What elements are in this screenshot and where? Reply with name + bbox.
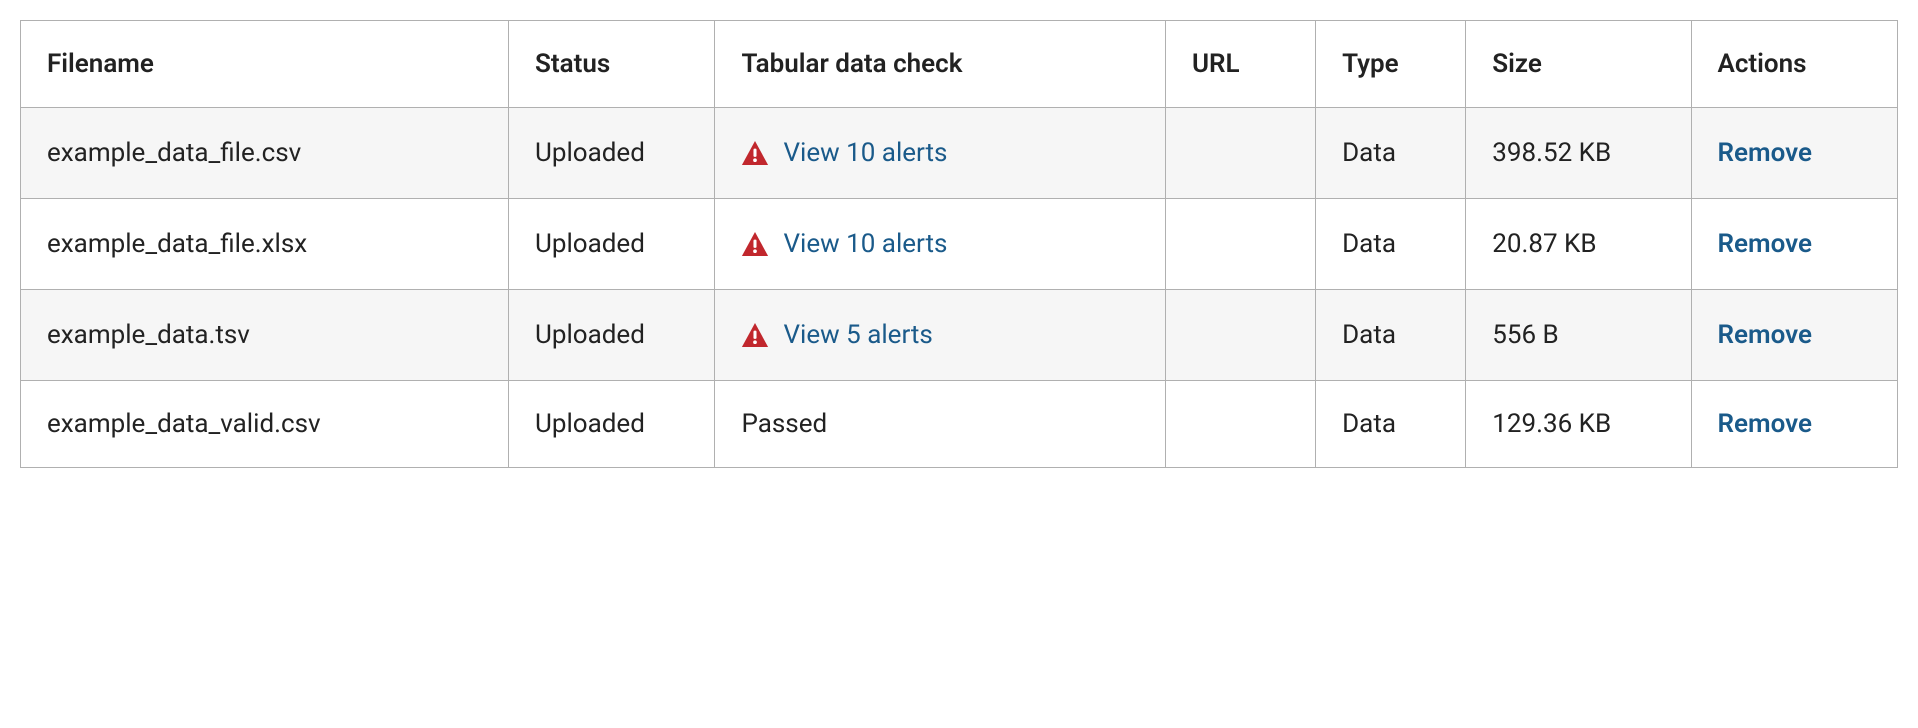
cell-filename: example_data.tsv bbox=[21, 290, 509, 381]
remove-button[interactable]: Remove bbox=[1718, 229, 1812, 259]
alert-triangle-icon bbox=[741, 141, 769, 165]
cell-tabular-check: Passed bbox=[715, 381, 1165, 468]
cell-filename: example_data_file.csv bbox=[21, 108, 509, 199]
cell-actions: Remove bbox=[1691, 290, 1898, 381]
remove-button[interactable]: Remove bbox=[1718, 409, 1812, 439]
header-actions: Actions bbox=[1691, 21, 1898, 108]
view-alerts-link[interactable]: View 10 alerts bbox=[783, 229, 947, 259]
cell-url bbox=[1165, 108, 1315, 199]
header-url: URL bbox=[1165, 21, 1315, 108]
uploaded-files-table: Filename Status Tabular data check URL T… bbox=[20, 20, 1898, 468]
cell-status: Uploaded bbox=[509, 199, 715, 290]
remove-button[interactable]: Remove bbox=[1718, 138, 1812, 168]
table-row: example_data_file.csvUploaded View 10 ale… bbox=[21, 108, 1898, 199]
alert-triangle-icon bbox=[741, 323, 769, 347]
cell-size: 129.36 KB bbox=[1466, 381, 1691, 468]
cell-type: Data bbox=[1316, 381, 1466, 468]
table-row: example_data_valid.csvUploaded Passed Data… bbox=[21, 381, 1898, 468]
cell-actions: Remove bbox=[1691, 381, 1898, 468]
alert-cell-wrapper: View 10 alerts bbox=[741, 229, 1138, 259]
alert-cell-wrapper: View 10 alerts bbox=[741, 138, 1138, 168]
cell-type: Data bbox=[1316, 108, 1466, 199]
cell-tabular-check: View 10 alerts bbox=[715, 199, 1165, 290]
header-check: Tabular data check bbox=[715, 21, 1165, 108]
table-header-row: Filename Status Tabular data check URL T… bbox=[21, 21, 1898, 108]
cell-size: 398.52 KB bbox=[1466, 108, 1691, 199]
cell-tabular-check: View 5 alerts bbox=[715, 290, 1165, 381]
cell-type: Data bbox=[1316, 290, 1466, 381]
alert-cell-wrapper: View 5 alerts bbox=[741, 320, 1138, 350]
cell-actions: Remove bbox=[1691, 108, 1898, 199]
cell-status: Uploaded bbox=[509, 108, 715, 199]
cell-size: 556 B bbox=[1466, 290, 1691, 381]
cell-url bbox=[1165, 199, 1315, 290]
cell-status: Uploaded bbox=[509, 381, 715, 468]
cell-status: Uploaded bbox=[509, 290, 715, 381]
check-passed-label: Passed bbox=[741, 409, 827, 439]
table-row: example_data_file.xlsxUploaded View 10 al… bbox=[21, 199, 1898, 290]
cell-url bbox=[1165, 381, 1315, 468]
header-size: Size bbox=[1466, 21, 1691, 108]
header-status: Status bbox=[509, 21, 715, 108]
header-type: Type bbox=[1316, 21, 1466, 108]
table-row: example_data.tsvUploaded View 5 alerts Dat… bbox=[21, 290, 1898, 381]
cell-filename: example_data_file.xlsx bbox=[21, 199, 509, 290]
remove-button[interactable]: Remove bbox=[1718, 320, 1812, 350]
header-filename: Filename bbox=[21, 21, 509, 108]
cell-tabular-check: View 10 alerts bbox=[715, 108, 1165, 199]
cell-url bbox=[1165, 290, 1315, 381]
cell-type: Data bbox=[1316, 199, 1466, 290]
cell-filename: example_data_valid.csv bbox=[21, 381, 509, 468]
cell-actions: Remove bbox=[1691, 199, 1898, 290]
view-alerts-link[interactable]: View 5 alerts bbox=[783, 320, 932, 350]
alert-triangle-icon bbox=[741, 232, 769, 256]
view-alerts-link[interactable]: View 10 alerts bbox=[783, 138, 947, 168]
cell-size: 20.87 KB bbox=[1466, 199, 1691, 290]
